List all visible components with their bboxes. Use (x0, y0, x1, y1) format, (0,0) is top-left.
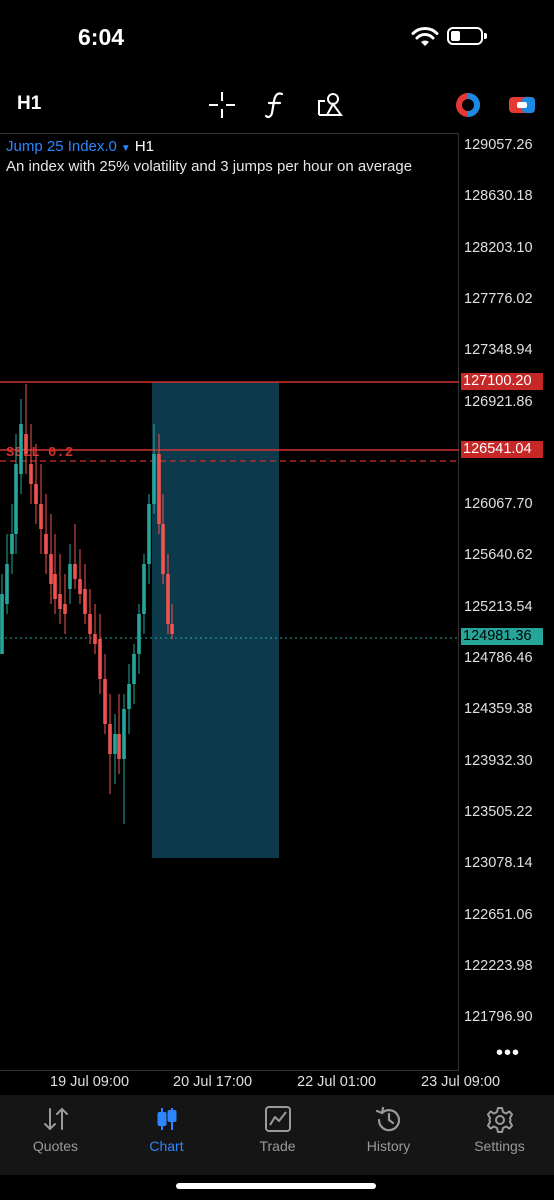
symbol-timeframe: H1 (134, 138, 154, 155)
price-axis-label: 123932.30 (464, 752, 533, 769)
candle-body (49, 554, 53, 584)
candle-body (14, 464, 18, 534)
time-label: 19 Jul 09:00 (50, 1074, 130, 1090)
price-axis-label: 128203.10 (464, 239, 533, 256)
price-axis-label: 126921.86 (464, 393, 533, 410)
tab-bar: Quotes Chart Trade History Settings (0, 1095, 554, 1175)
candle-body (122, 709, 126, 759)
symbol-name[interactable]: Jump 25 Index.0 (6, 138, 117, 155)
price-axis-label: 121796.90 (464, 1009, 533, 1026)
candle-body (103, 679, 107, 724)
tab-quotes[interactable]: Quotes (0, 1095, 111, 1175)
candle-body (170, 624, 174, 634)
status-bar: 6:04 (0, 0, 554, 70)
candle-body (0, 594, 4, 654)
candle-body (68, 564, 72, 589)
price-axis-label: 126067.70 (464, 496, 533, 513)
candle-body (142, 564, 146, 614)
candle-body (147, 504, 151, 564)
price-axis-label: 127348.94 (464, 342, 533, 359)
candle-body (24, 434, 28, 454)
price-axis-label: 122651.06 (464, 906, 533, 923)
sell-entry-tag: 126541.04 (461, 441, 543, 458)
status-time: 6:04 (78, 24, 125, 50)
candle-body (113, 734, 117, 754)
price-axis-label: 128630.18 (464, 188, 533, 205)
candle-body (117, 734, 121, 759)
candle-body (132, 654, 136, 684)
candle-body (98, 639, 102, 679)
highlight-rectangle (152, 382, 279, 858)
price-axis-label: 127776.02 (464, 290, 533, 307)
candle-body (63, 604, 67, 614)
candle-body (127, 684, 131, 709)
candle-body (166, 574, 170, 624)
candle-body (93, 634, 97, 644)
one-click-trading-icon[interactable] (505, 88, 539, 122)
take-profit-tag: 127100.20 (461, 373, 543, 390)
candle-body (29, 464, 33, 484)
time-label: 23 Jul 09:00 (421, 1074, 501, 1090)
current-price-tag: 124981.36 (461, 628, 543, 645)
time-label: 22 Jul 01:00 (297, 1074, 377, 1090)
price-axis-label: 125640.62 (464, 547, 533, 564)
more-options-icon[interactable]: ••• (496, 1042, 520, 1065)
symbol-description: An index with 25% volatility and 3 jumps… (6, 158, 413, 175)
candle-body (161, 524, 165, 574)
tab-settings[interactable]: Settings (444, 1095, 554, 1175)
tab-history[interactable]: History (333, 1095, 444, 1175)
candle-body (58, 594, 62, 609)
candle-body (137, 614, 141, 654)
chevron-down-icon[interactable]: ▼ (121, 143, 131, 154)
candle-body (19, 424, 23, 474)
symbol-header[interactable]: Jump 25 Index.0 ▼ H1 (6, 138, 154, 155)
settings-icon (486, 1107, 513, 1133)
chart-area[interactable]: SELL 0.2 (0, 133, 459, 1071)
candle-body (83, 589, 87, 614)
candle-body (5, 564, 9, 604)
candle-body (152, 454, 156, 504)
indicators-icon[interactable] (259, 88, 293, 122)
candle-body (73, 564, 77, 579)
candle-body (78, 579, 82, 594)
history-icon (375, 1106, 400, 1132)
quotes-icon (43, 1107, 68, 1131)
time-label: 20 Jul 17:00 (173, 1074, 253, 1090)
tab-trade[interactable]: Trade (222, 1095, 333, 1175)
candle-body (44, 534, 48, 554)
trade-icon (264, 1106, 291, 1132)
price-chart[interactable]: SELL 0.2 (0, 134, 459, 1072)
crosshair-icon[interactable] (205, 88, 239, 122)
price-axis-label: 122223.98 (464, 957, 533, 974)
candle-body (39, 504, 43, 529)
timeframe-button[interactable]: H1 (17, 93, 41, 115)
price-axis-label: 129057.26 (464, 137, 533, 153)
chart-icon (157, 1108, 176, 1130)
home-indicator (176, 1183, 376, 1189)
price-axis-label: 125213.54 (464, 598, 533, 615)
price-axis-label: 123505.22 (464, 803, 533, 820)
tab-chart[interactable]: Chart (111, 1095, 222, 1175)
price-axis-label: 124786.46 (464, 650, 533, 666)
price-axis-label: 123078.14 (464, 855, 533, 872)
candle-body (157, 454, 161, 524)
candle-body (34, 484, 38, 504)
candle-body (53, 574, 57, 599)
battery-icon (447, 27, 487, 45)
price-axis-label: 124359.38 (464, 701, 533, 718)
account-switch-icon[interactable] (451, 88, 485, 122)
drawing-objects-icon[interactable] (313, 88, 347, 122)
candle-body (88, 614, 92, 634)
wifi-icon (411, 27, 439, 46)
candle-body (10, 534, 14, 554)
candle-body (108, 724, 112, 754)
